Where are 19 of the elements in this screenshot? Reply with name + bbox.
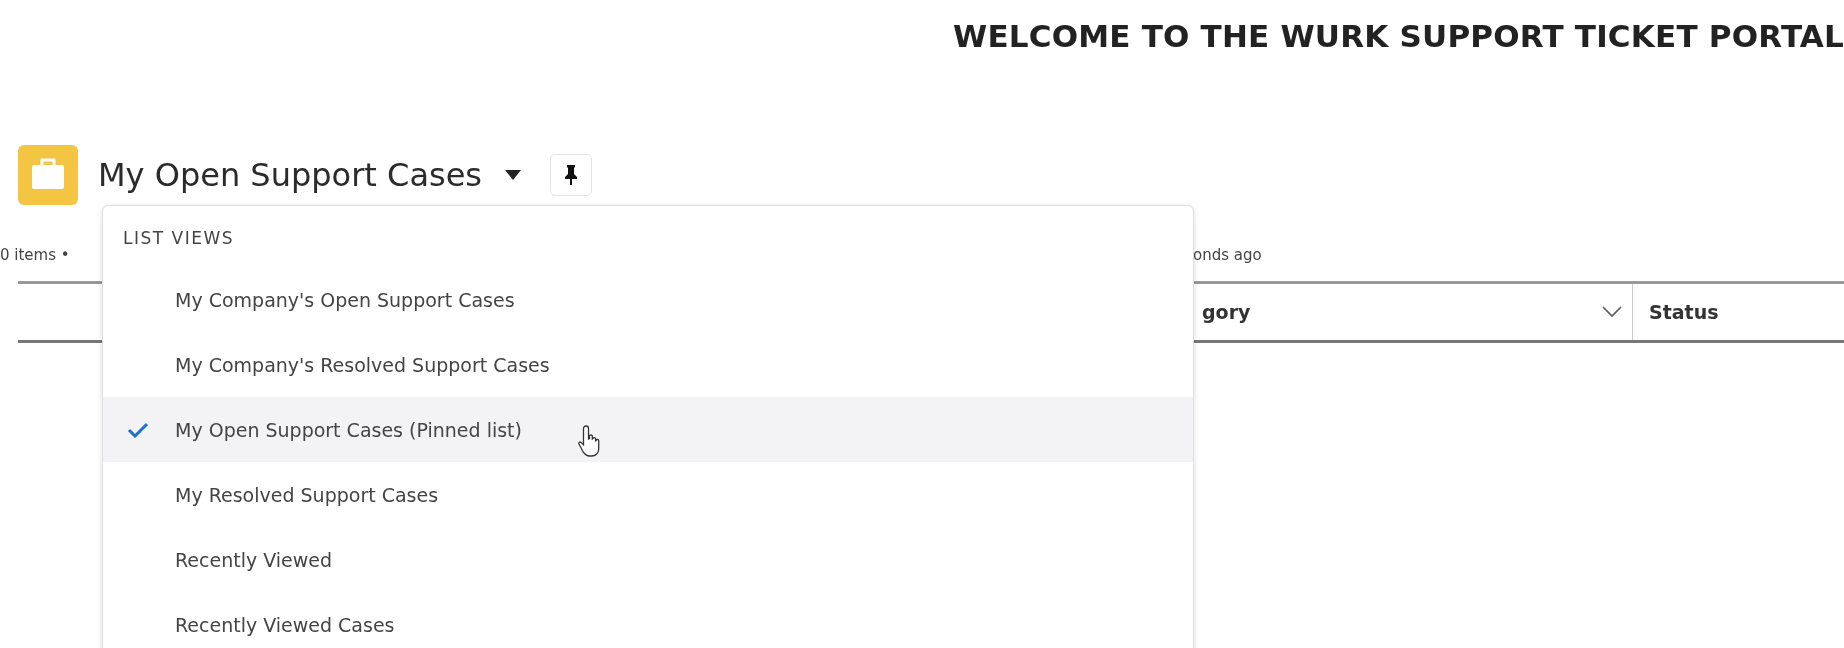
- chevron-down-icon[interactable]: [1602, 306, 1622, 318]
- list-view-option[interactable]: My Company's Open Support Cases: [103, 267, 1193, 332]
- updated-time: onds ago: [1192, 246, 1263, 264]
- portal-title: WELCOME TO THE WURK SUPPORT TICKET PORTAL: [953, 18, 1844, 56]
- list-view-option[interactable]: Recently Viewed: [103, 527, 1193, 592]
- briefcase-icon: [18, 145, 78, 205]
- column-header[interactable]: gory: [1202, 301, 1251, 323]
- column-header[interactable]: Status: [1649, 301, 1719, 323]
- list-view-option[interactable]: Recently Viewed Cases: [103, 592, 1193, 648]
- list-view-option[interactable]: My Resolved Support Cases: [103, 462, 1193, 527]
- dropdown-heading: LIST VIEWS: [122, 227, 236, 250]
- list-view-option[interactable]: My Company's Resolved Support Cases: [103, 332, 1193, 397]
- pin-button[interactable]: [550, 154, 592, 196]
- checkmark-icon: [127, 421, 149, 438]
- list-view-selector[interactable]: My Open Support Cases: [98, 156, 522, 194]
- list-view-option[interactable]: My Open Support Cases (Pinned list): [103, 397, 1193, 462]
- caret-down-icon: [504, 169, 522, 181]
- item-count: 0 items •: [0, 246, 70, 264]
- pin-icon: [564, 164, 578, 186]
